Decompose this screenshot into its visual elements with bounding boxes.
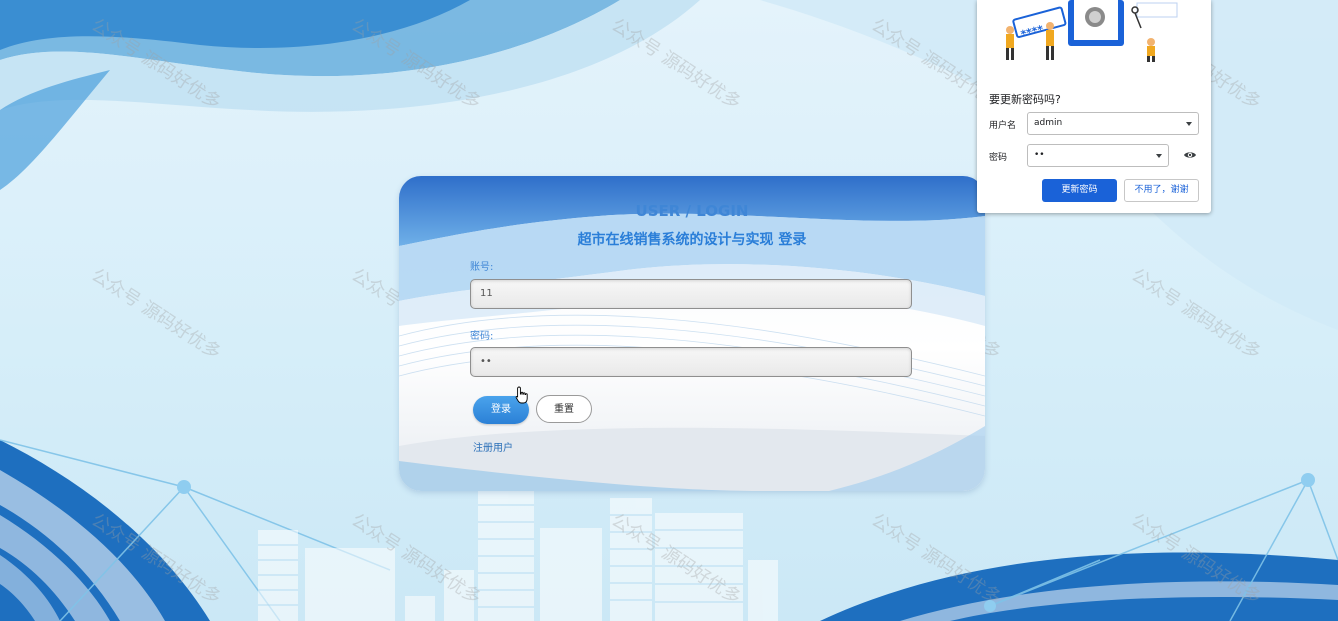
password-label: 密码: xyxy=(470,331,494,342)
login-heading: USER / LOGIN xyxy=(635,202,749,220)
username-label: 用户名 xyxy=(989,121,1017,131)
hand-pointer-icon xyxy=(515,386,528,404)
page-title: 超市在线销售系统的设计与实现 登录 xyxy=(577,232,807,248)
username-value: admin xyxy=(1034,118,1063,128)
username-select[interactable]: admin xyxy=(1027,112,1199,135)
password-label: 密码 xyxy=(989,153,1008,163)
login-card: USER / LOGIN 超市在线销售系统的设计与实现 登录 账号: 11 密码… xyxy=(399,176,985,491)
account-label: 账号: xyxy=(470,262,494,273)
password-update-dialog: **** 要更新密码吗? 用户名 admin 密码 •• 更新密码 不用了，谢谢 xyxy=(977,0,1211,213)
password-illustration: **** xyxy=(1006,0,1178,62)
chevron-down-icon xyxy=(1156,154,1162,158)
eye-icon[interactable] xyxy=(1183,150,1197,160)
password-value: •• xyxy=(1034,150,1045,160)
dialog-title: 要更新密码吗? xyxy=(989,93,1061,106)
account-input[interactable]: 11 xyxy=(470,279,912,309)
no-thanks-button[interactable]: 不用了，谢谢 xyxy=(1124,179,1199,202)
update-password-button[interactable]: 更新密码 xyxy=(1042,179,1117,202)
reset-button[interactable]: 重置 xyxy=(536,395,592,423)
password-select[interactable]: •• xyxy=(1027,144,1169,167)
chevron-down-icon xyxy=(1186,122,1192,126)
password-input[interactable]: •• xyxy=(470,347,912,377)
register-link[interactable]: 注册用户 xyxy=(473,439,513,454)
